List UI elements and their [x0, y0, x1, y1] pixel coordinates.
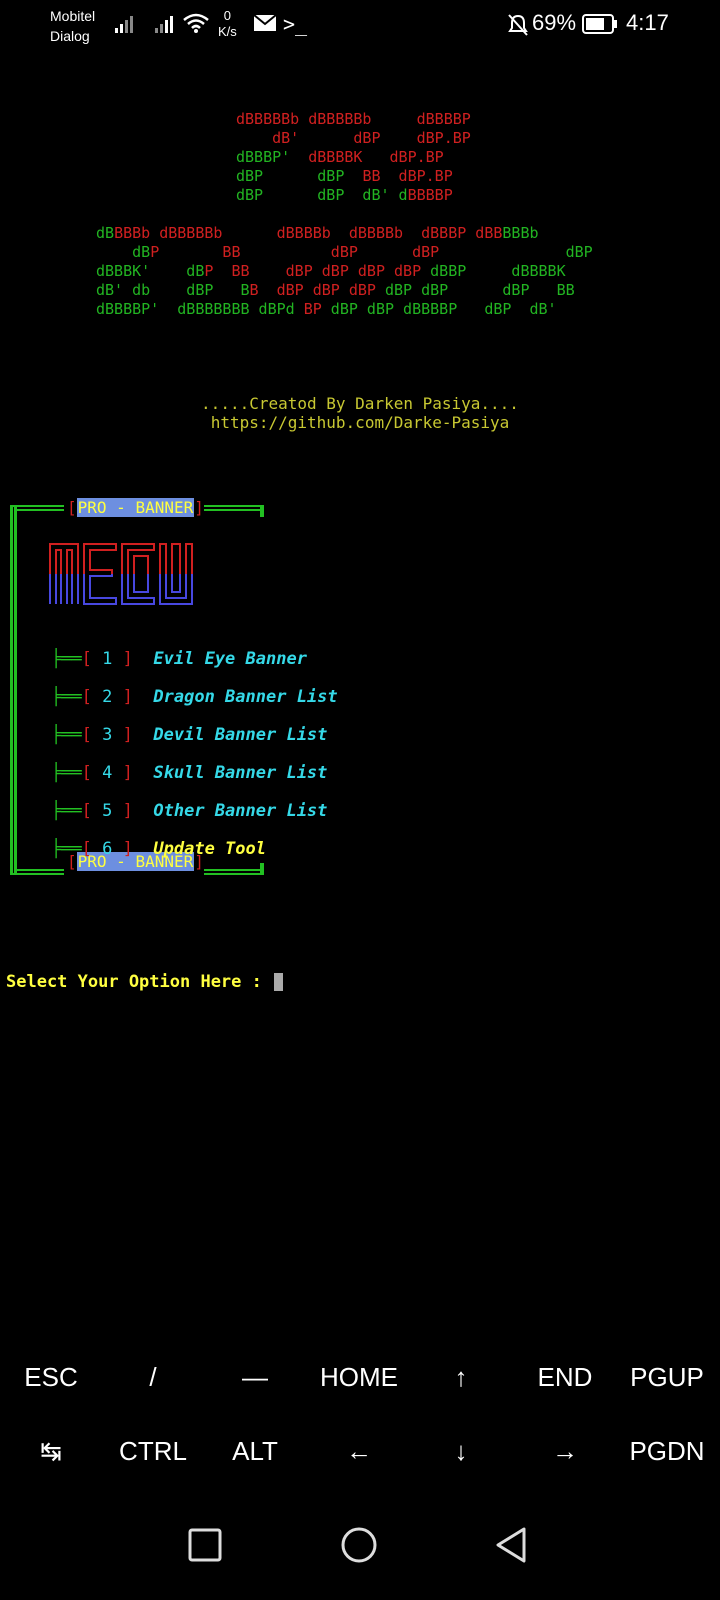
- credit-author: .....Creatod By Darken Pasiya....: [201, 394, 519, 413]
- menu-item-label: Update Tool: [153, 839, 266, 859]
- key-right[interactable]: →: [514, 1436, 616, 1467]
- key-alt[interactable]: ALT: [204, 1436, 306, 1467]
- bell-muted-icon: [508, 14, 528, 36]
- option-prompt[interactable]: Select Your Option Here :: [6, 972, 283, 992]
- ascii-logo-subtitle: dBBBBb dBBBBBb dBBBBb dBBBBb dBBBP dBBBB…: [96, 224, 593, 318]
- key-left[interactable]: ←: [308, 1436, 410, 1467]
- prompt-label: Select Your Option Here :: [6, 972, 262, 992]
- key-slash[interactable]: /: [102, 1362, 204, 1393]
- key-esc[interactable]: ESC: [0, 1362, 102, 1393]
- menu-item-label: Evil Eye Banner: [153, 649, 307, 669]
- menu-item-label: Other Banner List: [153, 801, 328, 821]
- signal-icon: [155, 16, 173, 33]
- menu-header: [PRO - BANNER]: [67, 498, 204, 517]
- signal-icon: [115, 16, 133, 33]
- ascii-logo-title: dBBBBBb dBBBBBb dBBBBP dB' dBP dBP.BP dB…: [236, 110, 471, 204]
- wifi-icon: [183, 13, 209, 33]
- terminal-output[interactable]: dBBBBBb dBBBBBb dBBBBP dB' dBP dBP.BP dB…: [0, 50, 720, 1350]
- key-ctrl[interactable]: CTRL: [102, 1436, 204, 1467]
- menu-item-label: Skull Banner List: [153, 763, 328, 783]
- battery-percent: 69%: [532, 10, 577, 35]
- net-speed-value: 0: [223, 8, 232, 23]
- menu-logo-icon: [49, 543, 193, 605]
- credit-url: https://github.com/Darke-Pasiya: [210, 413, 510, 432]
- text-cursor: [273, 973, 283, 991]
- menu-item-label: Dragon Banner List: [153, 687, 338, 707]
- net-speed-unit: K/s: [218, 24, 237, 39]
- terminal-icon: >_: [283, 12, 308, 36]
- menu-item-update[interactable]: ╞══[ 6 ] Update Tool: [10, 819, 266, 879]
- mail-icon: [254, 15, 276, 31]
- menu-header-label: PRO - BANNER: [76, 498, 195, 517]
- clock: 4:17: [626, 10, 669, 35]
- menu-item-label: Devil Banner List: [153, 725, 328, 745]
- key-down[interactable]: ↓: [410, 1436, 512, 1467]
- key-pgdn[interactable]: PGDN: [616, 1436, 718, 1467]
- recents-square-icon[interactable]: [188, 1528, 222, 1562]
- back-triangle-icon[interactable]: [494, 1526, 528, 1564]
- status-bar: Mobitel Dialog 0 K/s >_ 69% 4:17: [0, 0, 720, 50]
- key-home[interactable]: HOME: [308, 1362, 410, 1393]
- carrier-1: Mobitel: [50, 8, 96, 24]
- key-end[interactable]: END: [514, 1362, 616, 1393]
- key-tab[interactable]: ↹: [0, 1436, 102, 1467]
- navigation-bar: [0, 1500, 720, 1600]
- carrier-names: Mobitel Dialog: [50, 6, 95, 46]
- battery-icon: [582, 14, 617, 34]
- extra-keys-bar: ESC / — HOME ↑ END PGUP ↹ CTRL ALT ← ↓ →…: [0, 1340, 720, 1490]
- key-dash[interactable]: —: [204, 1362, 306, 1393]
- key-up[interactable]: ↑: [410, 1362, 512, 1393]
- carrier-2: Dialog: [50, 28, 90, 44]
- key-pgup[interactable]: PGUP: [616, 1362, 718, 1393]
- home-circle-icon[interactable]: [340, 1526, 378, 1564]
- net-speed: 0 K/s: [218, 8, 237, 40]
